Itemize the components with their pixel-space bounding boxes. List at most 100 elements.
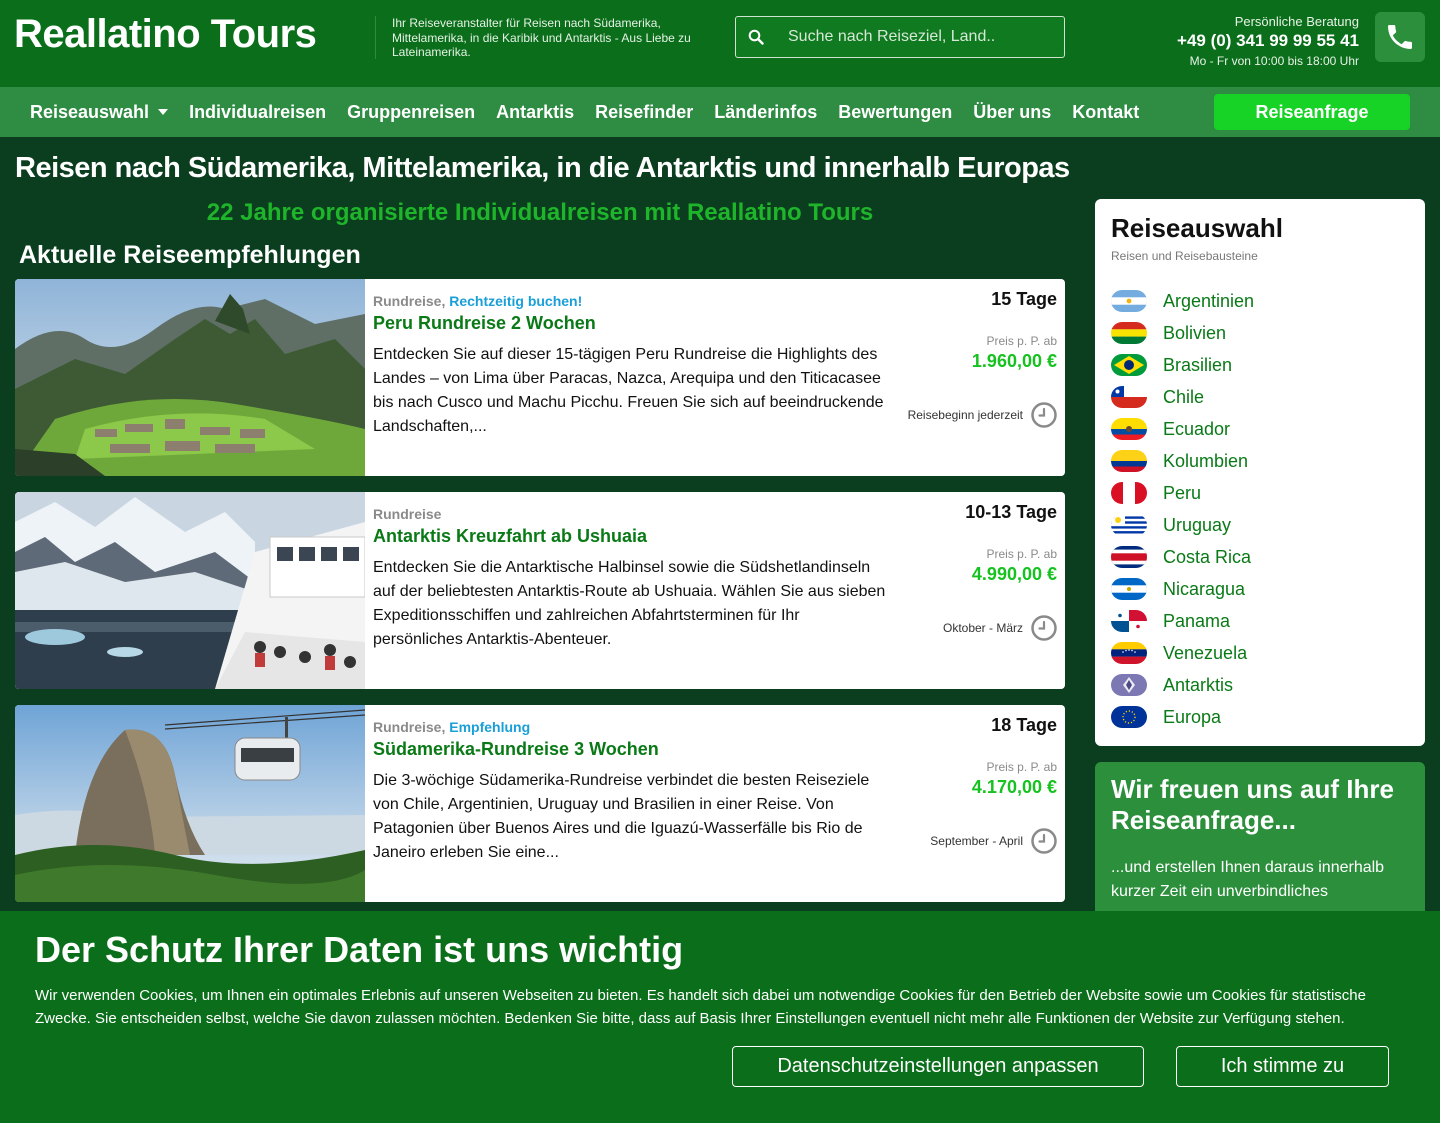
phone-icon <box>1388 25 1412 49</box>
country-item-argentinien[interactable]: Argentinien <box>1111 285 1254 317</box>
nav-item-laenderinfos[interactable]: Länderinfos <box>714 102 817 123</box>
flag-peru-icon <box>1111 482 1147 504</box>
country-item-bolivien[interactable]: Bolivien <box>1111 317 1254 349</box>
phone-button[interactable] <box>1375 12 1425 62</box>
price-label: Preis p. P. ab <box>986 334 1058 348</box>
page-title: Reisen nach Südamerika, Mittelamerika, i… <box>15 152 1070 184</box>
flag-bolivia-icon <box>1111 322 1147 344</box>
flag-panama-icon <box>1111 610 1147 632</box>
tour-start: September - April <box>930 828 1057 854</box>
clock-icon <box>1031 615 1057 641</box>
tour-category: Rundreise, Empfehlung <box>373 719 531 735</box>
tour-duration: 18 Tage <box>991 715 1057 735</box>
tour-title[interactable]: Antarktis Kreuzfahrt ab Ushuaia <box>373 526 893 547</box>
tour-body: Rundreise, Empfehlung Südamerika-Rundrei… <box>373 719 893 865</box>
privacy-settings-button[interactable]: Datenschutzeinstellungen anpassen <box>732 1046 1144 1087</box>
tagline: Ihr Reiseveranstalter für Reisen nach Sü… <box>375 16 695 59</box>
nav-item-ueber-uns[interactable]: Über uns <box>973 102 1051 123</box>
tour-start: Reisebeginn jederzeit <box>908 402 1057 428</box>
tour-card-peru[interactable]: Rundreise, Rechtzeitig buchen! Peru Rund… <box>15 279 1065 476</box>
country-item-ecuador[interactable]: Ecuador <box>1111 413 1254 445</box>
tour-body: Rundreise, Rechtzeitig buchen! Peru Rund… <box>373 293 893 439</box>
site-logo[interactable]: Reallatino Tours <box>14 12 317 57</box>
main-nav: Reiseauswahl Individualreisen Gruppenrei… <box>0 87 1440 137</box>
clock-icon <box>1031 828 1057 854</box>
tour-start-text: Reisebeginn jederzeit <box>907 408 1023 422</box>
price-label: Preis p. P. ab <box>986 760 1058 774</box>
tour-card-antarktis[interactable]: Rundreise Antarktis Kreuzfahrt ab Ushuai… <box>15 492 1065 689</box>
caret-down-icon <box>158 109 169 115</box>
tour-card-suedamerika[interactable]: Rundreise, Empfehlung Südamerika-Rundrei… <box>15 705 1065 902</box>
accept-cookies-button[interactable]: Ich stimme zu <box>1176 1046 1389 1087</box>
cookie-title: Der Schutz Ihrer Daten ist uns wichtig <box>35 929 684 970</box>
flag-venezuela-icon <box>1111 642 1147 664</box>
tour-price: 4.990,00 € <box>971 564 1057 584</box>
flag-brazil-icon <box>1111 354 1147 376</box>
tour-price: 4.170,00 € <box>971 777 1057 797</box>
flag-europe-icon <box>1111 706 1147 728</box>
nav-item-kontakt[interactable]: Kontakt <box>1072 102 1139 123</box>
tour-description: Die 3-wöchige Südamerika-Rundreise verbi… <box>373 772 870 861</box>
flag-antarctica-icon <box>1111 674 1147 696</box>
flag-costa-rica-icon <box>1111 546 1147 568</box>
country-item-kolumbien[interactable]: Kolumbien <box>1111 445 1254 477</box>
tour-price: 1.960,00 € <box>971 351 1057 371</box>
sidebar-reiseauswahl: Reiseauswahl Reisen und Reisebausteine A… <box>1095 199 1425 746</box>
tour-description: Entdecken Sie auf dieser 15-tägigen Peru… <box>373 346 884 435</box>
country-item-peru[interactable]: Peru <box>1111 477 1254 509</box>
sidebar-subtitle: Reisen und Reisebausteine <box>1111 249 1258 263</box>
office-hours: Mo - Fr von 10:00 bis 18:00 Uhr <box>1189 54 1359 68</box>
nav-item-reisefinder[interactable]: Reisefinder <box>595 102 693 123</box>
cookie-text: Wir verwenden Cookies, um Ihnen ein opti… <box>35 987 1366 1027</box>
tour-title[interactable]: Peru Rundreise 2 Wochen <box>373 313 893 334</box>
country-item-nicaragua[interactable]: Nicaragua <box>1111 573 1254 605</box>
flag-ecuador-icon <box>1111 418 1147 440</box>
flag-chile-icon <box>1111 386 1147 408</box>
cookie-banner: Der Schutz Ihrer Daten ist uns wichtig W… <box>0 911 1440 1123</box>
phone-number[interactable]: +49 (0) 341 99 99 55 41 <box>1177 31 1359 51</box>
country-item-venezuela[interactable]: Venezuela <box>1111 637 1254 669</box>
nav-item-gruppenreisen[interactable]: Gruppenreisen <box>347 102 475 123</box>
tour-body: Rundreise Antarktis Kreuzfahrt ab Ushuai… <box>373 506 893 652</box>
tour-duration: 10-13 Tage <box>965 502 1057 522</box>
tour-start: Oktober - März <box>943 615 1057 641</box>
header: Reallatino Tours Ihr Reiseveranstalter f… <box>0 0 1440 87</box>
tour-image-sugarloaf[interactable] <box>15 705 365 902</box>
country-item-uruguay[interactable]: Uruguay <box>1111 509 1254 541</box>
sidebar-title: Reiseauswahl <box>1111 213 1283 243</box>
section-title: Aktuelle Reiseempfehlungen <box>19 241 361 269</box>
contact-info: Persönliche Beratung +49 (0) 341 99 99 5… <box>1177 14 1359 68</box>
tour-start-text: September - April <box>930 834 1023 848</box>
nav-item-bewertungen[interactable]: Bewertungen <box>838 102 952 123</box>
tour-image-machu-picchu[interactable] <box>15 279 365 476</box>
contact-label: Persönliche Beratung <box>1234 14 1359 29</box>
flag-argentina-icon <box>1111 290 1147 312</box>
nav-item-reiseauswahl[interactable]: Reiseauswahl <box>30 102 169 123</box>
country-item-panama[interactable]: Panama <box>1111 605 1254 637</box>
tour-description: Entdecken Sie die Antarktische Halbinsel… <box>373 559 886 648</box>
country-item-brasilien[interactable]: Brasilien <box>1111 349 1254 381</box>
country-list: Argentinien Bolivien Brasilien Chile Ecu… <box>1111 285 1254 733</box>
search-icon[interactable] <box>736 29 776 45</box>
nav-item-antarktis[interactable]: Antarktis <box>496 102 574 123</box>
tour-image-antarctica-ship[interactable] <box>15 492 365 689</box>
request-button[interactable]: Reiseanfrage <box>1214 94 1410 130</box>
flag-uruguay-icon <box>1111 514 1147 536</box>
tour-badge: Empfehlung <box>449 719 531 735</box>
tour-title[interactable]: Südamerika-Rundreise 3 Wochen <box>373 739 893 760</box>
flag-nicaragua-icon <box>1111 578 1147 600</box>
flag-colombia-icon <box>1111 450 1147 472</box>
search-input[interactable] <box>776 17 1064 57</box>
page-subtitle: 22 Jahre organisierte Individualreisen m… <box>206 199 874 226</box>
tour-category: Rundreise <box>373 506 442 522</box>
tour-duration: 15 Tage <box>991 289 1057 309</box>
search-box <box>735 16 1065 58</box>
nav-item-individualreisen[interactable]: Individualreisen <box>189 102 326 123</box>
country-item-antarktis[interactable]: Antarktis <box>1111 669 1254 701</box>
country-item-europa[interactable]: Europa <box>1111 701 1254 733</box>
tour-badge: Rechtzeitig buchen! <box>449 293 583 309</box>
country-item-costa-rica[interactable]: Costa Rica <box>1111 541 1254 573</box>
request-box-text: ...und erstellen Ihnen daraus innerhalb … <box>1111 859 1385 900</box>
request-box-title: Wir freuen uns auf Ihre Reiseanfrage... <box>1111 774 1394 835</box>
country-item-chile[interactable]: Chile <box>1111 381 1254 413</box>
